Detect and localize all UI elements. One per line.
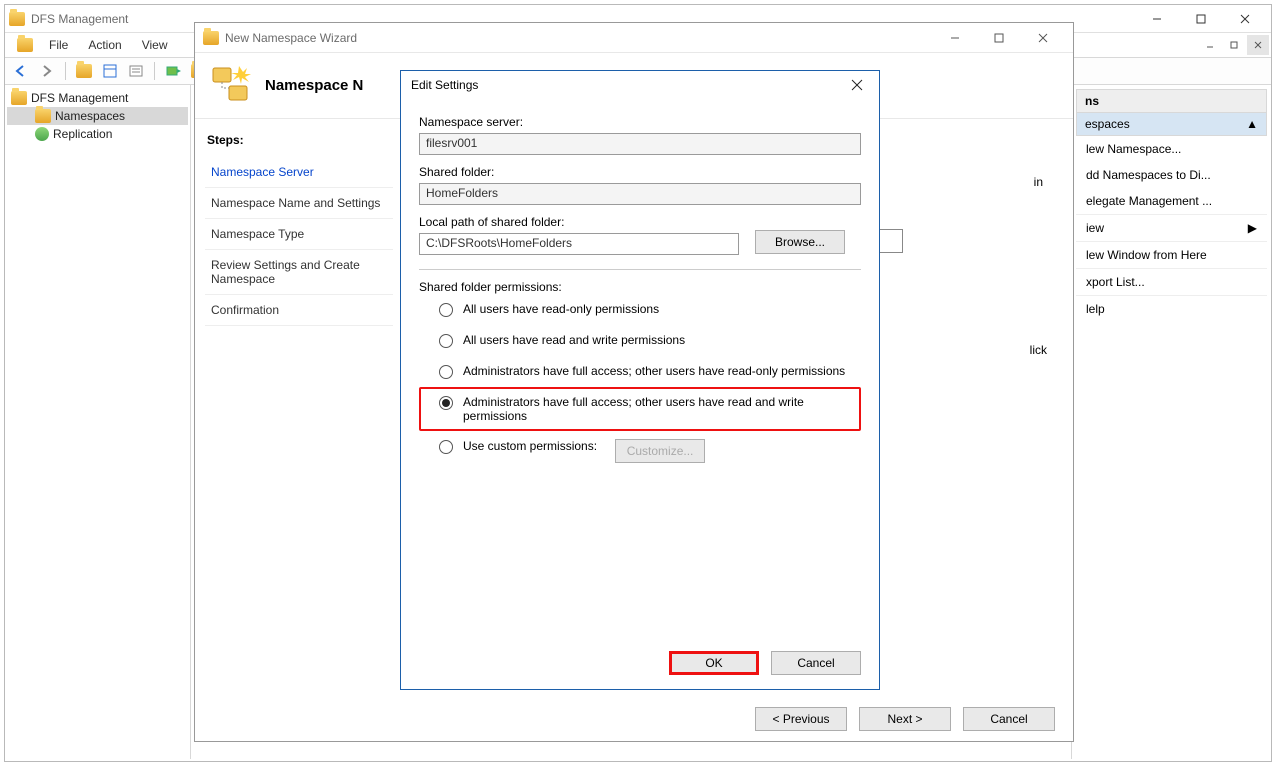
chevron-right-icon: ▶ (1248, 221, 1257, 235)
actions-header: ns (1076, 89, 1267, 113)
input-local-path[interactable]: C:\DFSRoots\HomeFolders (419, 233, 739, 255)
label-ns-server: Namespace server: (419, 115, 861, 129)
toolbar-icon-4[interactable] (163, 61, 183, 81)
wizard-steps: Steps: Namespace Server Namespace Name a… (195, 119, 403, 699)
edit-settings-dialog: Edit Settings Namespace server: filesrv0… (400, 70, 880, 690)
tree-root[interactable]: DFS Management (7, 89, 188, 107)
dialog-title: Edit Settings (411, 78, 845, 92)
actions-sub[interactable]: espaces▲ (1076, 113, 1267, 136)
label-permissions: Shared folder permissions: (419, 280, 861, 294)
step-type[interactable]: Namespace Type (205, 219, 393, 250)
mdi-minimize-button[interactable] (1199, 35, 1221, 55)
wizard-title-text: New Namespace Wizard (225, 31, 933, 45)
minimize-button[interactable] (1135, 6, 1179, 32)
maximize-button[interactable] (1179, 6, 1223, 32)
nav-back-icon[interactable] (11, 61, 31, 81)
step-namespace-server[interactable]: Namespace Server (205, 157, 393, 188)
menu-view[interactable]: View (134, 36, 176, 54)
mdi-close-button[interactable] (1247, 35, 1269, 55)
wizard-header-title: Namespace N (265, 77, 363, 94)
folder-icon (11, 91, 27, 105)
wizard-next-button[interactable]: Next > (859, 707, 951, 731)
toolbar-icon-1[interactable] (74, 61, 94, 81)
perm-radio-readonly[interactable]: All users have read-only permissions (419, 294, 861, 325)
step-review[interactable]: Review Settings and Create Namespace (205, 250, 393, 295)
wizard-footer: < Previous Next > Cancel (755, 707, 1055, 731)
radio-icon (439, 440, 453, 454)
replication-icon (35, 127, 49, 141)
step-confirmation[interactable]: Confirmation (205, 295, 393, 326)
radio-icon (439, 365, 453, 379)
action-delegate[interactable]: elegate Management ... (1076, 188, 1267, 214)
steps-title: Steps: (207, 133, 391, 147)
radio-icon (439, 303, 453, 317)
mdi-restore-button[interactable] (1223, 35, 1245, 55)
dialog-cancel-button[interactable]: Cancel (771, 651, 861, 675)
dialog-titlebar: Edit Settings (401, 71, 879, 99)
perm-radio-admin-readonly[interactable]: Administrators have full access; other u… (419, 356, 861, 387)
action-new-namespace[interactable]: lew Namespace... (1076, 136, 1267, 162)
menu-file[interactable]: File (41, 36, 76, 54)
perm-radio-readwrite[interactable]: All users have read and write permission… (419, 325, 861, 356)
browse-button[interactable]: Browse... (755, 230, 845, 254)
wizard-prev-button[interactable]: < Previous (755, 707, 847, 731)
action-new-window[interactable]: lew Window from Here (1076, 241, 1267, 268)
wizard-cancel-button[interactable]: Cancel (963, 707, 1055, 731)
action-view[interactable]: iew▶ (1076, 214, 1267, 241)
collapse-icon: ▲ (1246, 117, 1258, 131)
menubar-icon (17, 38, 33, 52)
menu-action[interactable]: Action (80, 36, 129, 54)
dialog-close-button[interactable] (845, 72, 869, 98)
close-button[interactable] (1223, 6, 1267, 32)
wizard-minimize-button[interactable] (933, 25, 977, 51)
action-help[interactable]: lelp (1076, 295, 1267, 322)
perm-radio-custom[interactable]: Use custom permissions: Customize... (419, 431, 861, 471)
toolbar-icon-2[interactable] (100, 61, 120, 81)
customize-button: Customize... (615, 439, 705, 463)
wizard-icon (203, 31, 219, 45)
radio-icon (439, 396, 453, 410)
wizard-close-button[interactable] (1021, 25, 1065, 51)
input-ns-server: filesrv001 (419, 133, 861, 155)
action-add-namespaces[interactable]: dd Namespaces to Di... (1076, 162, 1267, 188)
tree-namespaces[interactable]: Namespaces (7, 107, 188, 125)
tree-replication[interactable]: Replication (7, 125, 188, 143)
namespace-icon (35, 109, 51, 123)
nav-forward-icon[interactable] (37, 61, 57, 81)
nav-tree: DFS Management Namespaces Replication (5, 85, 191, 759)
label-local-path: Local path of shared folder: (419, 215, 861, 229)
action-export[interactable]: xport List... (1076, 268, 1267, 295)
wizard-maximize-button[interactable] (977, 25, 1021, 51)
label-shared: Shared folder: (419, 165, 861, 179)
step-name-settings[interactable]: Namespace Name and Settings (205, 188, 393, 219)
actions-panel: ns espaces▲ lew Namespace... dd Namespac… (1071, 85, 1271, 759)
radio-icon (439, 334, 453, 348)
input-shared: HomeFolders (419, 183, 861, 205)
toolbar-icon-3[interactable] (126, 61, 146, 81)
wizard-header-icon (209, 64, 253, 108)
perm-radio-admin-readwrite[interactable]: Administrators have full access; other u… (419, 387, 861, 431)
ok-button[interactable]: OK (669, 651, 759, 675)
wizard-titlebar: New Namespace Wizard (195, 23, 1073, 53)
app-icon (9, 12, 25, 26)
